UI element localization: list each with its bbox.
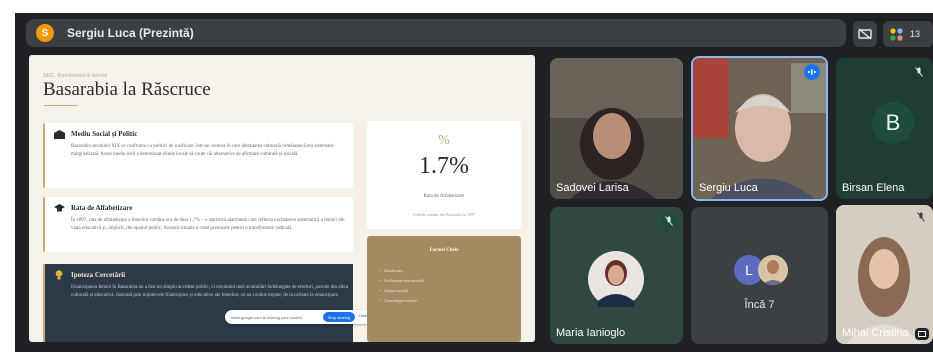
card-title: Rata de Alfabetizare — [71, 204, 133, 212]
profile-photo — [588, 251, 644, 307]
participant-initial: B — [872, 102, 914, 144]
participant-name: Sadovei Larisa — [556, 182, 629, 194]
graduation-cap-icon — [53, 203, 65, 213]
people-count: 13 — [910, 29, 921, 39]
meet-window: S Sergiu Luca (Prezintă) 13 SEC. Românea… — [15, 13, 933, 352]
stat-caption: Femeile române din Basarabia în 1897 — [413, 212, 475, 217]
video-feed — [836, 205, 933, 344]
mic-off-icon — [913, 209, 929, 225]
stop-presenting-icon — [858, 28, 872, 40]
participant-name: Maria Ianioglo — [556, 327, 626, 339]
factor-item: Rusificarea — [379, 266, 424, 276]
card-text: În 1897, rata de alfabetizare a femeilor… — [71, 218, 345, 231]
more-participants-tile[interactable]: L Încă 7 — [691, 207, 828, 344]
card-title: Mediu Social și Politic — [71, 130, 138, 138]
audio-level-icon — [804, 64, 820, 80]
percent-symbol: % — [438, 133, 450, 148]
card-title: Ipoteza Cercetării — [71, 271, 126, 279]
stop-sharing-button[interactable]: Stop sharing — [323, 312, 355, 322]
stat-card: % 1.7% Rata de Alfabetizare Femeile româ… — [367, 121, 521, 229]
key-factors-card: Factori Cheie Rusificarea Excluziune edu… — [367, 236, 521, 342]
stop-presenting-button[interactable] — [853, 21, 877, 47]
factor-item: Izolare socială — [379, 286, 424, 296]
slide-title: Basarabia la Răscruce — [43, 79, 211, 100]
presenter-bar[interactable]: S Sergiu Luca (Prezintă) — [26, 19, 846, 47]
card-social-political: Mediu Social și Politic Basarabia secolu… — [43, 123, 353, 188]
participant-name: Mihai Cristina — [842, 327, 909, 339]
card-text: Basarabia secolului XIX se confrunta cu … — [71, 144, 335, 157]
mic-off-icon — [911, 64, 927, 80]
factor-item: Excluziune educațională — [379, 276, 423, 286]
title-divider — [44, 105, 78, 106]
presenter-avatar: S — [36, 24, 54, 42]
hide-notice-button[interactable]: Hide — [359, 313, 367, 318]
building-icon — [53, 129, 65, 139]
participant-avatar — [758, 255, 788, 285]
lightbulb-icon — [53, 270, 65, 280]
participant-tile[interactable]: Sadovei Larisa — [550, 58, 683, 199]
card-text: Emanciparea femeii în Basarabia nu a fos… — [71, 285, 349, 298]
more-options-icon[interactable] — [915, 328, 929, 340]
card-hypothesis: Ipoteza Cercetării Emanciparea femeii în… — [43, 264, 353, 342]
video-feed — [693, 58, 826, 199]
people-icon — [890, 28, 903, 41]
shared-screen: SEC. Românească Istorie Basarabia la Răs… — [29, 55, 535, 342]
stat-label: Rata de Alfabetizare — [423, 194, 465, 199]
participant-tile[interactable]: Maria Ianioglo — [550, 207, 683, 344]
factor-item: Constrângeri morale — [379, 296, 424, 306]
participant-name: Birsan Elena — [842, 182, 905, 194]
video-feed — [550, 58, 683, 199]
mic-off-icon — [661, 213, 677, 229]
people-button[interactable]: 13 — [883, 21, 933, 47]
participant-tile-active[interactable]: Sergiu Luca — [691, 56, 828, 201]
share-notice-text: meet.google.com is sharing your screen. — [231, 314, 304, 320]
participant-name: Sergiu Luca — [699, 182, 758, 194]
stat-value: 1.7% — [419, 153, 469, 179]
presenter-label: Sergiu Luca (Prezintă) — [67, 26, 194, 40]
participant-tile[interactable]: Mihai Cristina — [836, 205, 933, 344]
participant-tile[interactable]: B Birsan Elena — [836, 58, 933, 199]
screen-share-notice: meet.google.com is sharing your screen. … — [225, 310, 373, 324]
factors-title: Factori Cheie — [429, 248, 459, 253]
others-count-label: Încă 7 — [744, 299, 775, 311]
card-literacy: Rata de Alfabetizare În 1897, rata de al… — [43, 197, 353, 252]
factors-list: Rusificarea Excluziune educațională Izol… — [379, 266, 424, 306]
